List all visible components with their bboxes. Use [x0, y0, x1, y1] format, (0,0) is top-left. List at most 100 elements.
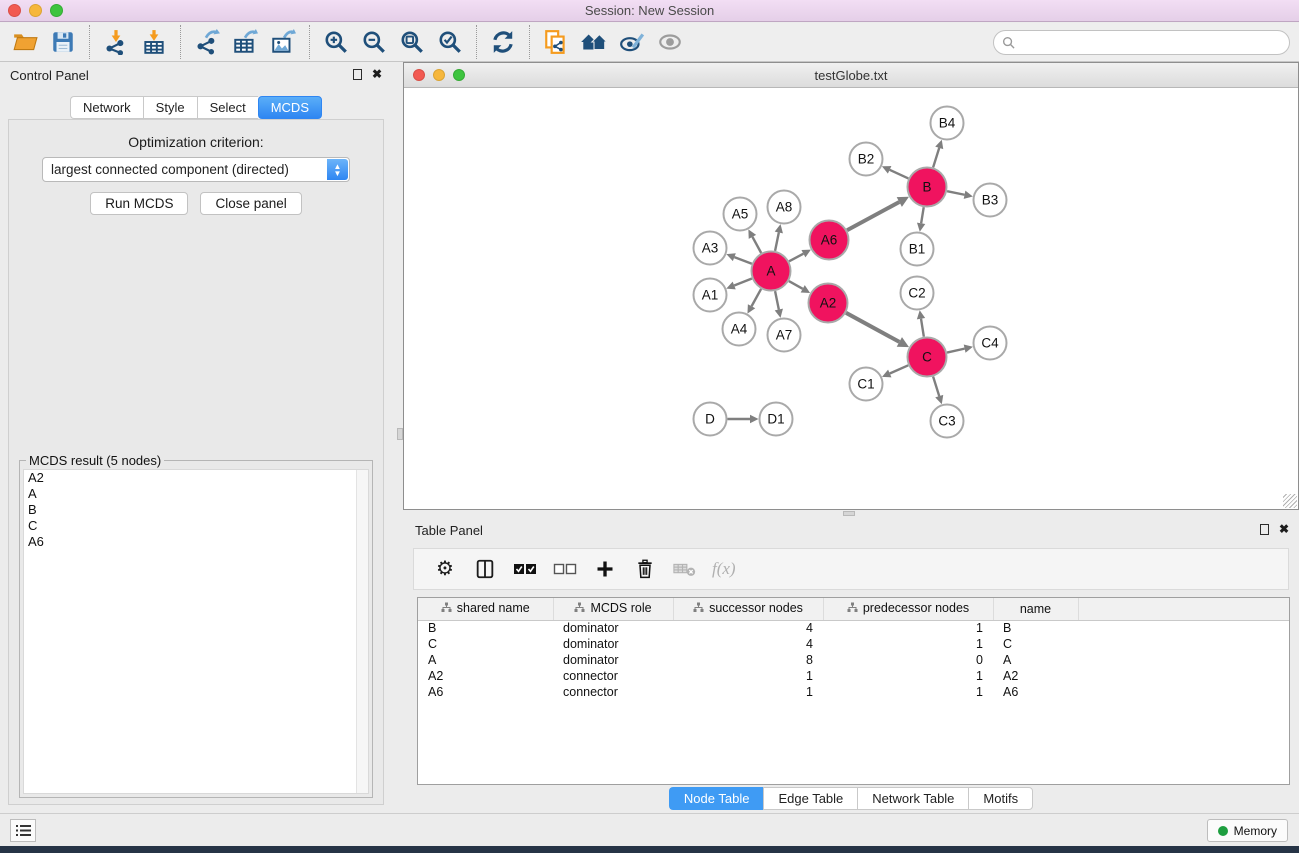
table-cell[interactable]: [1078, 620, 1289, 636]
graph-node-D1[interactable]: D1: [760, 403, 793, 436]
table-cell[interactable]: 4: [673, 620, 823, 636]
table-cell[interactable]: A2: [418, 668, 553, 684]
table-row[interactable]: Adominator80A: [418, 652, 1289, 668]
table-cell[interactable]: A6: [993, 684, 1078, 700]
table-cell[interactable]: [1078, 668, 1289, 684]
table-cell[interactable]: connector: [553, 668, 673, 684]
memory-button[interactable]: Memory: [1207, 819, 1288, 842]
column-header-shared-name[interactable]: shared name: [418, 598, 553, 620]
criterion-select[interactable]: largest connected component (directed) ▲…: [42, 157, 350, 182]
table-cell[interactable]: A: [993, 652, 1078, 668]
table-cell[interactable]: dominator: [553, 636, 673, 652]
table-row[interactable]: Bdominator41B: [418, 620, 1289, 636]
graph-edge-B-B1[interactable]: [921, 207, 924, 223]
tab-mcds[interactable]: MCDS: [258, 96, 322, 119]
graph-edge-A-A1[interactable]: [734, 279, 752, 286]
graph-edge-B-B3[interactable]: [947, 191, 964, 195]
graph-node-A3[interactable]: A3: [694, 232, 727, 265]
table-cell[interactable]: connector: [553, 684, 673, 700]
table-row[interactable]: Cdominator41C: [418, 636, 1289, 652]
graph-node-B3[interactable]: B3: [974, 184, 1007, 217]
list-scrollbar[interactable]: [356, 470, 368, 793]
graph-node-B[interactable]: B: [908, 168, 947, 207]
table-row[interactable]: A2connector11A2: [418, 668, 1289, 684]
close-panel-icon[interactable]: ✖: [372, 69, 382, 80]
network-from-file-icon[interactable]: [537, 25, 575, 59]
save-session-icon[interactable]: [44, 25, 82, 59]
table-cell[interactable]: B: [418, 620, 553, 636]
tab-network[interactable]: Network: [70, 96, 143, 119]
tab-style[interactable]: Style: [143, 96, 197, 119]
deselect-all-checkboxes-icon[interactable]: [552, 556, 578, 582]
table-cell[interactable]: [1078, 684, 1289, 700]
table-cell[interactable]: 0: [823, 652, 993, 668]
graph-node-B2[interactable]: B2: [850, 143, 883, 176]
table-cell[interactable]: 1: [673, 668, 823, 684]
search-input[interactable]: [1020, 34, 1289, 52]
graph-edge-B-B2[interactable]: [890, 170, 909, 179]
table-cell[interactable]: C: [418, 636, 553, 652]
tab-select[interactable]: Select: [197, 96, 258, 119]
close-panel-button[interactable]: Close panel: [200, 192, 301, 215]
close-panel-icon[interactable]: ✖: [1279, 524, 1289, 535]
graph-node-A5[interactable]: A5: [724, 198, 757, 231]
table-cell[interactable]: 1: [673, 684, 823, 700]
table-settings-icon[interactable]: ⚙: [432, 556, 458, 582]
float-panel-icon[interactable]: [1260, 524, 1269, 535]
graph-edge-A-A7[interactable]: [775, 291, 779, 309]
tab-motifs[interactable]: Motifs: [968, 787, 1033, 810]
graph-edge-C-C3[interactable]: [933, 377, 939, 397]
export-network-icon[interactable]: [188, 25, 226, 59]
mcds-result-item[interactable]: C: [24, 518, 368, 534]
graph-edge-C-C2[interactable]: [921, 319, 924, 337]
export-table-icon[interactable]: [226, 25, 264, 59]
mcds-result-item[interactable]: A: [24, 486, 368, 502]
graph-edge-A-A4[interactable]: [752, 289, 762, 306]
table-cell[interactable]: A2: [993, 668, 1078, 684]
tab-edge-table[interactable]: Edge Table: [763, 787, 857, 810]
search-field[interactable]: [993, 30, 1290, 55]
network-canvas[interactable]: B4B2BB3A8A5A6A3B1AC2A1A2A4A7C4CC1DD1C3: [405, 89, 1297, 508]
graph-edge-A-A3[interactable]: [734, 257, 751, 264]
export-image-icon[interactable]: [264, 25, 302, 59]
home-icon[interactable]: [575, 25, 613, 59]
show-hide-graphics-icon[interactable]: [613, 25, 651, 59]
import-table-icon[interactable]: [135, 25, 173, 59]
mcds-result-item[interactable]: B: [24, 502, 368, 518]
mcds-result-list[interactable]: A2ABCA6: [23, 469, 369, 794]
graph-edge-A-A6[interactable]: [789, 254, 803, 262]
graph-node-A[interactable]: A: [752, 252, 791, 291]
graph-node-D[interactable]: D: [694, 403, 727, 436]
zoom-selected-icon[interactable]: [431, 25, 469, 59]
table-cell[interactable]: 1: [823, 668, 993, 684]
table-cell[interactable]: B: [993, 620, 1078, 636]
table-cell[interactable]: dominator: [553, 652, 673, 668]
table-cell[interactable]: A: [418, 652, 553, 668]
graph-node-C3[interactable]: C3: [931, 405, 964, 438]
splitter-handle[interactable]: [397, 428, 403, 440]
graph-edge-C-C1[interactable]: [890, 365, 908, 373]
graph-node-A8[interactable]: A8: [768, 191, 801, 224]
graph-edge-A-A8[interactable]: [775, 232, 779, 250]
graph-edge-A6-B[interactable]: [847, 202, 899, 230]
select-all-checkboxes-icon[interactable]: [512, 556, 538, 582]
table-cell[interactable]: [1078, 652, 1289, 668]
table-cell[interactable]: C: [993, 636, 1078, 652]
network-graph[interactable]: B4B2BB3A8A5A6A3B1AC2A1A2A4A7C4CC1DD1C3: [405, 89, 1297, 509]
column-header-successor-nodes[interactable]: successor nodes: [673, 598, 823, 620]
split-panel-icon[interactable]: [472, 556, 498, 582]
float-panel-icon[interactable]: [353, 69, 362, 80]
table-row[interactable]: A6connector11A6: [418, 684, 1289, 700]
zoom-fit-icon[interactable]: [393, 25, 431, 59]
graph-node-A7[interactable]: A7: [768, 319, 801, 352]
column-header-predecessor-nodes[interactable]: predecessor nodes: [823, 598, 993, 620]
graph-node-A1[interactable]: A1: [694, 279, 727, 312]
table-cell[interactable]: [1078, 636, 1289, 652]
network-window-titlebar[interactable]: testGlobe.txt: [404, 63, 1298, 88]
graph-node-B1[interactable]: B1: [901, 233, 934, 266]
open-session-icon[interactable]: [6, 25, 44, 59]
mcds-result-item[interactable]: A2: [24, 470, 368, 486]
table-cell[interactable]: dominator: [553, 620, 673, 636]
graph-node-A6[interactable]: A6: [810, 221, 849, 260]
graph-node-C[interactable]: C: [908, 338, 947, 377]
